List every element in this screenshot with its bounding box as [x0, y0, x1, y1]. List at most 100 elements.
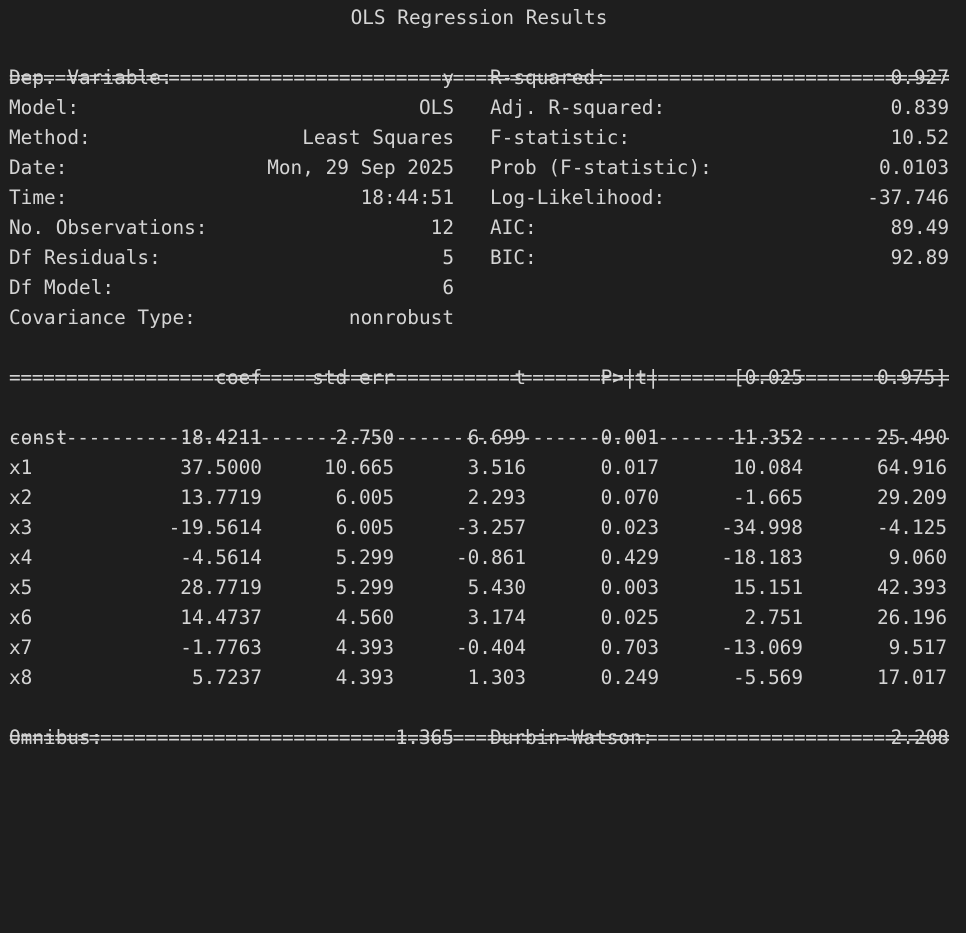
coef-table-header: coef std err t P>|t| [0.025 0.975]: [9, 363, 949, 393]
cell-p: 0.001: [600, 426, 659, 449]
cell-p: 0.070: [600, 486, 659, 509]
cell-p: 0.003: [600, 576, 659, 599]
cell-coef: 18.4211: [180, 426, 262, 449]
summary-value-right: 92.89: [890, 246, 949, 269]
rule-double-top: ========================================…: [9, 33, 949, 89]
summary-label-right: F-statistic:: [490, 126, 631, 149]
summary-value: Mon, 29 Sep 2025: [267, 156, 454, 179]
summary-row: Df Model: 6: [9, 273, 949, 303]
summary-row: Df Residuals: 5 BIC: 92.89: [9, 243, 949, 273]
rule-double-mid: ========================================…: [9, 333, 949, 389]
summary-label: Time:: [9, 186, 68, 209]
header-coef: coef: [215, 366, 262, 389]
summary-value-right: 10.52: [890, 126, 949, 149]
cell-std-err: 4.393: [335, 636, 394, 659]
rule-single: ----------------------------------------…: [9, 393, 949, 449]
summary-label: Dep. Variable:: [9, 66, 173, 89]
diagnostic-label: Omnibus:: [9, 726, 103, 749]
ols-results-output: OLS Regression Results =================…: [9, 3, 949, 753]
cell-coef: -4.5614: [180, 546, 262, 569]
cell-ci-high: -4.125: [876, 516, 947, 539]
cell-std-err: 4.393: [335, 666, 394, 689]
cell-ci-low: 2.751: [744, 606, 803, 629]
cell-std-err: 10.665: [323, 456, 394, 479]
results-title-line: OLS Regression Results: [9, 3, 949, 33]
header-ci-high: 0.975]: [876, 366, 947, 389]
row-name: x2: [9, 486, 33, 509]
summary-label-right: Log-Likelihood:: [490, 186, 666, 209]
cell-p: 0.249: [600, 666, 659, 689]
header-p: P>|t|: [600, 366, 659, 389]
row-name: x4: [9, 546, 33, 569]
summary-label: Df Model:: [9, 276, 115, 299]
row-name: x3: [9, 516, 33, 539]
cell-coef: 37.5000: [180, 456, 262, 479]
cell-std-err: 5.299: [335, 546, 394, 569]
cell-t: -0.861: [455, 546, 526, 569]
row-name: const: [9, 426, 68, 449]
cell-coef: 28.7719: [180, 576, 262, 599]
header-std-err: std err: [312, 366, 394, 389]
cell-p: 0.025: [600, 606, 659, 629]
summary-value-right: 0.839: [890, 96, 949, 119]
cell-ci-low: 10.084: [732, 456, 803, 479]
header-ci-low: [0.025: [732, 366, 803, 389]
summary-value: 18:44:51: [360, 186, 454, 209]
cell-t: 3.174: [467, 606, 526, 629]
cell-t: -3.257: [455, 516, 526, 539]
table-row: x1 37.5000 10.665 3.516 0.017 10.084 64.…: [9, 453, 949, 483]
cell-std-err: 6.005: [335, 486, 394, 509]
summary-row: Dep. Variable: y R-squared: 0.927: [9, 63, 949, 93]
summary-value: 12: [430, 216, 454, 239]
row-name: x6: [9, 606, 33, 629]
summary-row: Time: 18:44:51 Log-Likelihood: -37.746: [9, 183, 949, 213]
table-row: x2 13.7719 6.005 2.293 0.070 -1.665 29.2…: [9, 483, 949, 513]
cell-p: 0.703: [600, 636, 659, 659]
cell-p: 0.017: [600, 456, 659, 479]
summary-row: Method: Least Squares F-statistic: 10.52: [9, 123, 949, 153]
row-name: x8: [9, 666, 33, 689]
cell-coef: -1.7763: [180, 636, 262, 659]
summary-value: Least Squares: [302, 126, 454, 149]
table-row: x6 14.4737 4.560 3.174 0.025 2.751 26.19…: [9, 603, 949, 633]
summary-value: OLS: [418, 96, 454, 119]
summary-label-right: Adj. R-squared:: [490, 96, 666, 119]
summary-value: nonrobust: [348, 306, 454, 329]
summary-value: y: [442, 66, 454, 89]
row-name: x7: [9, 636, 33, 659]
summary-label-right: R-squared:: [490, 66, 607, 89]
summary-value: 5: [442, 246, 454, 269]
cell-t: 6.699: [467, 426, 526, 449]
summary-value-right: -37.746: [867, 186, 949, 209]
diagnostic-value: 1.365: [395, 726, 454, 749]
header-t: t: [514, 366, 526, 389]
table-row: x8 5.7237 4.393 1.303 0.249 -5.569 17.01…: [9, 663, 949, 693]
table-row: x7 -1.7763 4.393 -0.404 0.703 -13.069 9.…: [9, 633, 949, 663]
table-row: x5 28.7719 5.299 5.430 0.003 15.151 42.3…: [9, 573, 949, 603]
summary-value-right: 0.0103: [878, 156, 949, 179]
summary-row: Covariance Type: nonrobust: [9, 303, 949, 333]
summary-label: Method:: [9, 126, 91, 149]
cell-ci-high: 9.517: [888, 636, 947, 659]
diagnostics-row: Omnibus: 1.365 Durbin-Watson: 2.208: [9, 723, 949, 753]
cell-coef: 14.4737: [180, 606, 262, 629]
cell-ci-low: 11.352: [732, 426, 803, 449]
summary-row: Date: Mon, 29 Sep 2025 Prob (F-statistic…: [9, 153, 949, 183]
cell-coef: 5.7237: [191, 666, 262, 689]
summary-label: No. Observations:: [9, 216, 208, 239]
diagnostic-label-right: Durbin-Watson:: [490, 726, 654, 749]
cell-t: 5.430: [467, 576, 526, 599]
summary-label-right: Prob (F-statistic):: [490, 156, 712, 179]
cell-ci-low: -34.998: [721, 516, 803, 539]
cell-ci-low: -13.069: [721, 636, 803, 659]
cell-ci-high: 26.196: [876, 606, 947, 629]
table-row: x3 -19.5614 6.005 -3.257 0.023 -34.998 -…: [9, 513, 949, 543]
cell-ci-high: 25.490: [876, 426, 947, 449]
cell-std-err: 6.005: [335, 516, 394, 539]
summary-label: Date:: [9, 156, 68, 179]
cell-ci-low: 15.151: [732, 576, 803, 599]
cell-ci-high: 29.209: [876, 486, 947, 509]
table-row: x4 -4.5614 5.299 -0.861 0.429 -18.183 9.…: [9, 543, 949, 573]
cell-p: 0.023: [600, 516, 659, 539]
cell-t: 1.303: [467, 666, 526, 689]
